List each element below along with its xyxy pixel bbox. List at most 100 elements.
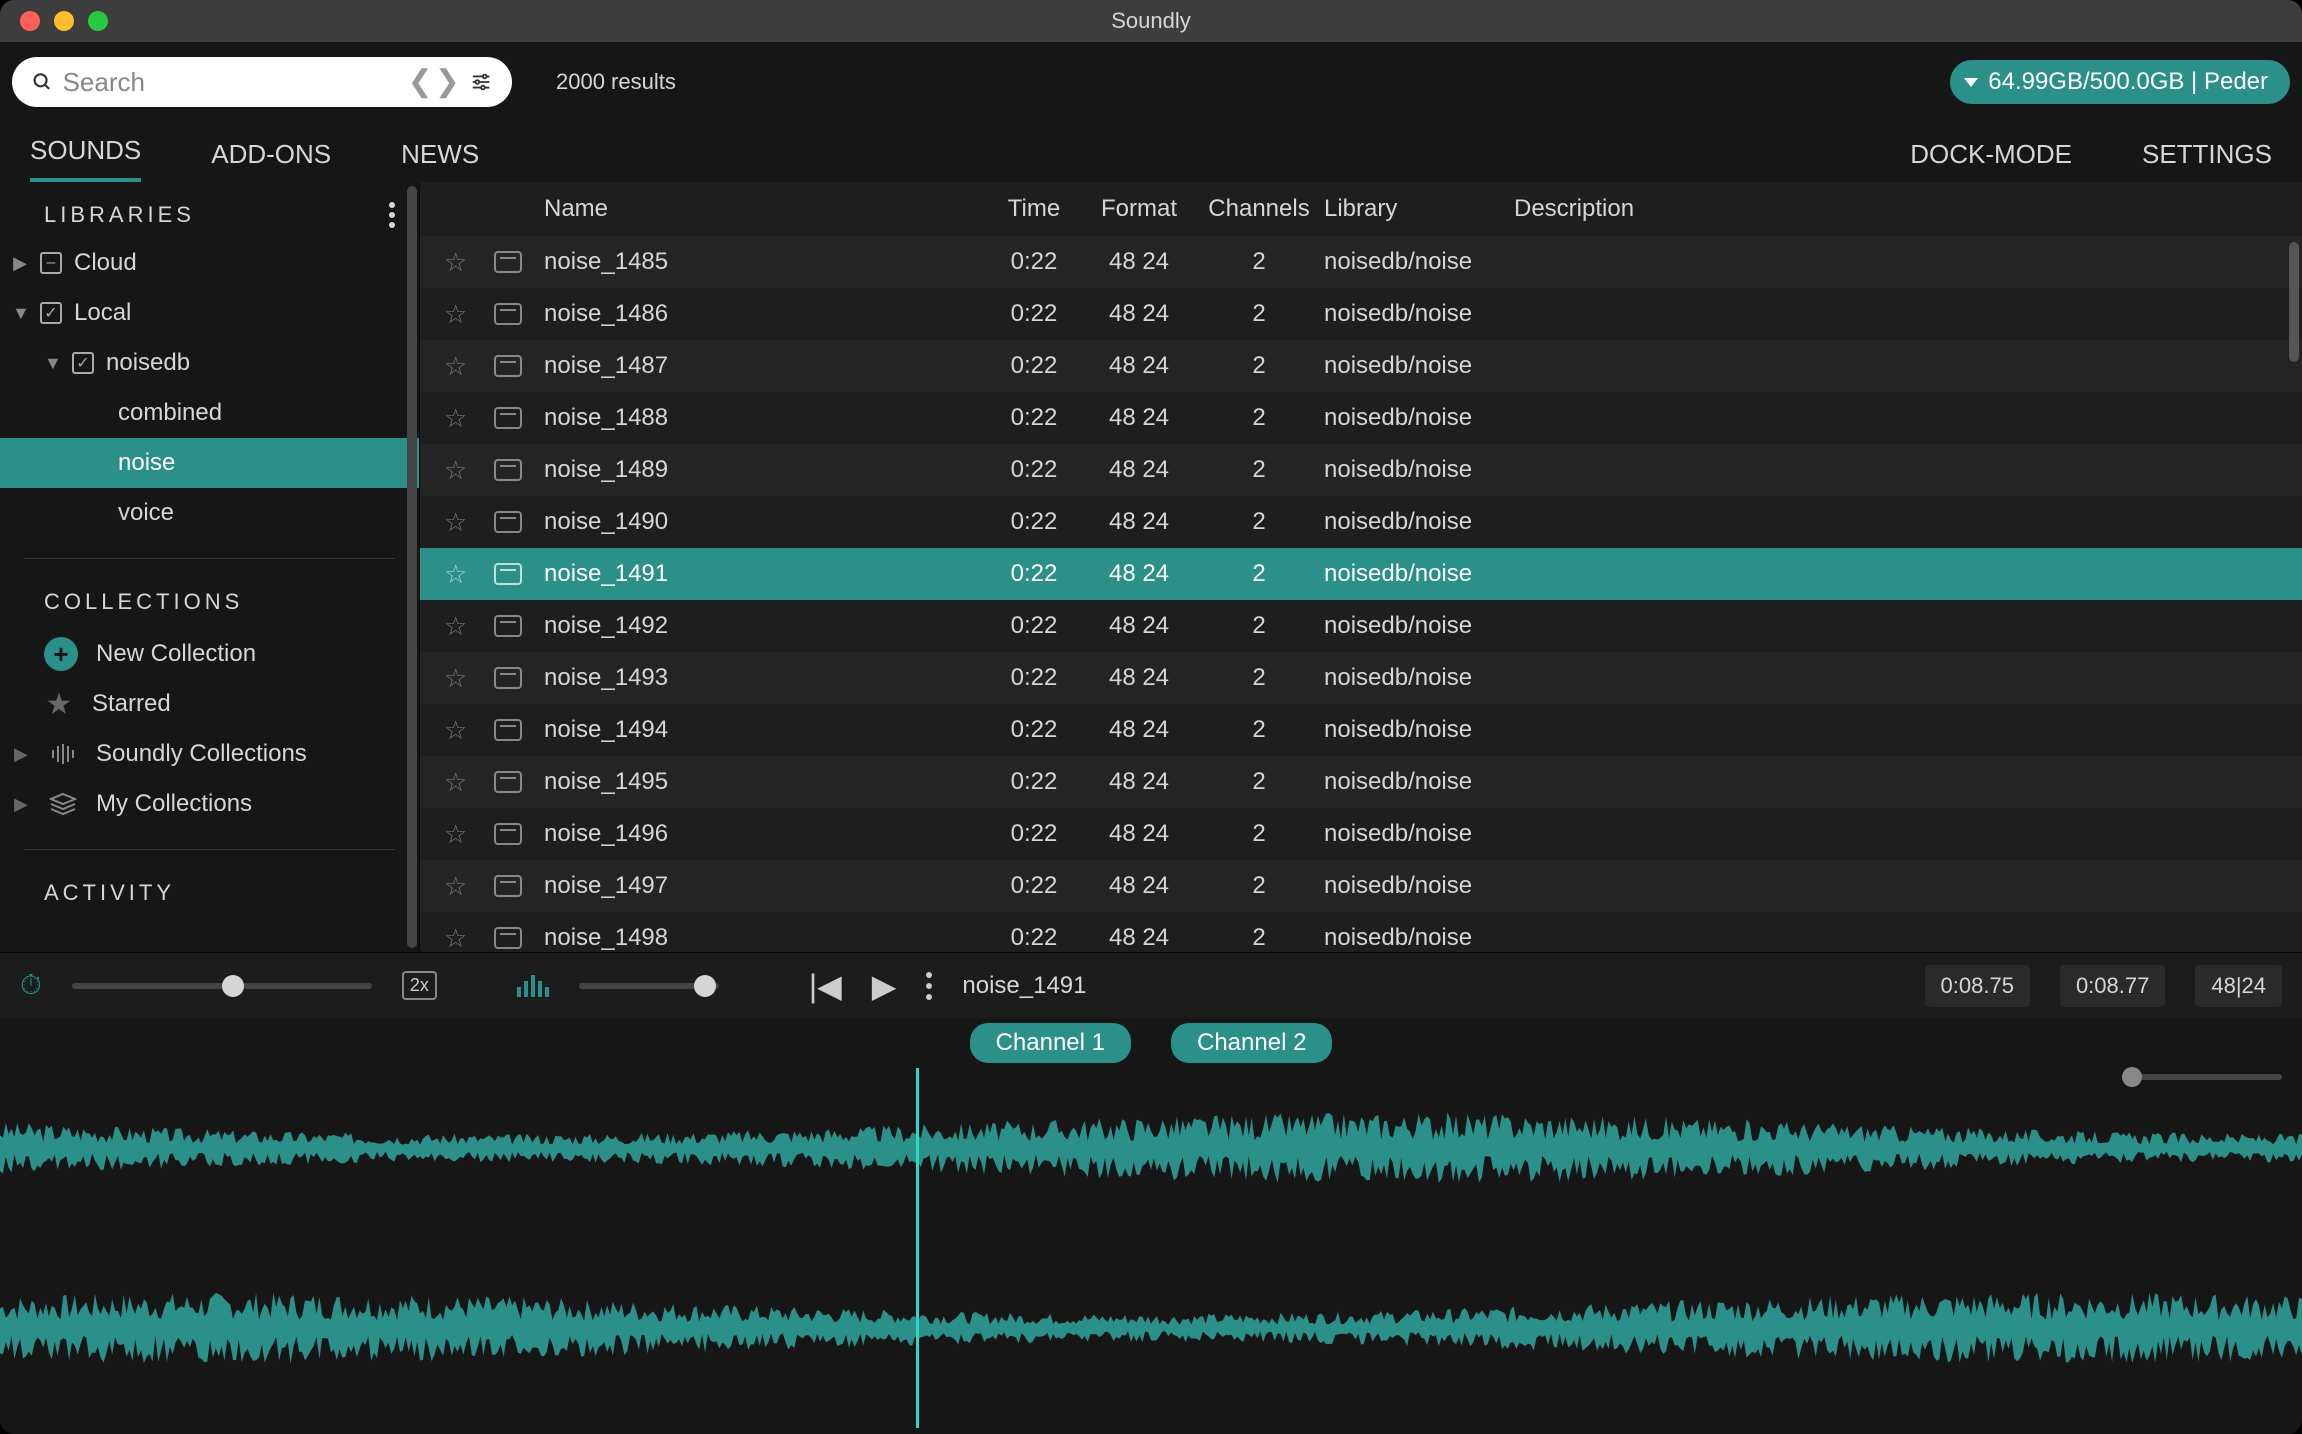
channel-1-tab[interactable]: Channel 1 xyxy=(970,1023,1131,1063)
cell-channels: 2 xyxy=(1194,560,1324,588)
cell-library: noisedb/noise xyxy=(1324,300,1514,328)
col-format[interactable]: Format xyxy=(1084,195,1194,223)
fullscreen-window-button[interactable] xyxy=(88,11,108,31)
channel-2-tab[interactable]: Channel 2 xyxy=(1171,1023,1332,1063)
timecode-end[interactable]: 0:08.77 xyxy=(2060,965,2165,1007)
star-icon[interactable]: ☆ xyxy=(444,351,467,381)
main-split: LIBRARIES ▶ Cloud ▼ Local ▼ noisedb xyxy=(0,182,2302,952)
new-collection-button[interactable]: + New Collection xyxy=(0,629,419,679)
speed-slider[interactable] xyxy=(72,983,372,989)
dropdown-icon xyxy=(1964,78,1978,87)
cell-format: 48 24 xyxy=(1084,248,1194,276)
star-icon[interactable]: ☆ xyxy=(444,299,467,329)
table-row[interactable]: ☆noise_14940:2248 242noisedb/noise xyxy=(420,704,2302,756)
slider-knob[interactable] xyxy=(222,975,244,997)
table-row[interactable]: ☆noise_14870:2248 242noisedb/noise xyxy=(420,340,2302,392)
star-icon[interactable]: ☆ xyxy=(444,767,467,797)
table-row[interactable]: ☆noise_14930:2248 242noisedb/noise xyxy=(420,652,2302,704)
clock-icon[interactable]: ⏱ xyxy=(20,969,42,1002)
col-time[interactable]: Time xyxy=(984,195,1084,223)
col-channels[interactable]: Channels xyxy=(1194,195,1324,223)
star-icon[interactable]: ☆ xyxy=(444,611,467,641)
coll-label: My Collections xyxy=(96,790,252,818)
cell-time: 0:22 xyxy=(984,872,1084,900)
checkbox-checked-icon[interactable] xyxy=(72,352,94,374)
tab-addons[interactable]: ADD-ONS xyxy=(211,139,331,182)
player-menu-button[interactable] xyxy=(926,972,932,1000)
table-row[interactable]: ☆noise_14920:2248 242noisedb/noise xyxy=(420,600,2302,652)
minimize-window-button[interactable] xyxy=(54,11,74,31)
play-button[interactable]: ▶ xyxy=(872,967,897,1005)
my-collections[interactable]: ▶ My Collections xyxy=(0,779,419,829)
search-back-button[interactable]: ❮ xyxy=(408,67,433,97)
star-icon[interactable]: ☆ xyxy=(444,559,467,589)
star-icon[interactable]: ☆ xyxy=(444,663,467,693)
sidebar-scrollbar[interactable] xyxy=(407,186,417,948)
tree-item-cloud[interactable]: ▶ Cloud xyxy=(0,238,419,288)
cell-format: 48 24 xyxy=(1084,508,1194,536)
table-row[interactable]: ☆noise_14910:2248 242noisedb/noise xyxy=(420,548,2302,600)
filter-icon[interactable] xyxy=(470,68,492,96)
close-window-button[interactable] xyxy=(20,11,40,31)
sidebar-divider xyxy=(24,849,395,850)
col-library[interactable]: Library xyxy=(1324,195,1514,223)
soundly-collections[interactable]: ▶ Soundly Collections xyxy=(0,729,419,779)
tree-item-voice[interactable]: voice xyxy=(0,488,419,538)
storage-badge[interactable]: 64.99GB/500.0GB | Peder xyxy=(1950,60,2290,104)
skip-start-button[interactable]: |◀ xyxy=(809,967,842,1005)
table-scrollbar[interactable] xyxy=(2289,242,2299,362)
speed-2x-button[interactable]: 2x xyxy=(402,971,437,1000)
cell-time: 0:22 xyxy=(984,456,1084,484)
tree-item-noise[interactable]: noise xyxy=(0,438,419,488)
slider-knob[interactable] xyxy=(694,975,716,997)
star-icon[interactable]: ☆ xyxy=(444,819,467,849)
cell-name: noise_1486 xyxy=(544,300,984,328)
table-row[interactable]: ☆noise_14950:2248 242noisedb/noise xyxy=(420,756,2302,808)
table-row[interactable]: ☆noise_14970:2248 242noisedb/noise xyxy=(420,860,2302,912)
col-name[interactable]: Name xyxy=(544,195,984,223)
star-icon[interactable]: ☆ xyxy=(444,507,467,537)
tab-dock-mode[interactable]: DOCK-MODE xyxy=(1910,139,2072,182)
table-row[interactable]: ☆noise_14960:2248 242noisedb/noise xyxy=(420,808,2302,860)
star-icon[interactable]: ☆ xyxy=(444,923,467,953)
star-icon[interactable]: ☆ xyxy=(444,247,467,277)
tree-item-combined[interactable]: combined xyxy=(0,388,419,438)
table-row[interactable]: ☆noise_14980:2248 242noisedb/noise xyxy=(420,912,2302,952)
search-box[interactable]: ❮ ❯ xyxy=(12,57,512,107)
search-history-nav: ❮ ❯ xyxy=(408,67,460,97)
waveform-channel-2[interactable] xyxy=(0,1248,2302,1408)
cell-channels: 2 xyxy=(1194,456,1324,484)
timecode-start[interactable]: 0:08.75 xyxy=(1925,965,2030,1007)
checkbox-partial-icon[interactable] xyxy=(40,252,62,274)
search-input[interactable] xyxy=(63,67,398,98)
waveform-panel[interactable] xyxy=(0,1068,2302,1428)
starred-collection[interactable]: ★ Starred xyxy=(0,679,419,729)
star-icon[interactable]: ☆ xyxy=(444,455,467,485)
star-icon[interactable]: ☆ xyxy=(444,715,467,745)
playhead[interactable] xyxy=(916,1068,919,1428)
checkbox-checked-icon[interactable] xyxy=(40,302,62,324)
tree-label: combined xyxy=(118,399,222,427)
tab-settings[interactable]: SETTINGS xyxy=(2142,139,2272,182)
waveform-icon xyxy=(0,1248,2302,1408)
star-icon[interactable]: ☆ xyxy=(444,403,467,433)
table-row[interactable]: ☆noise_14880:2248 242noisedb/noise xyxy=(420,392,2302,444)
table-row[interactable]: ☆noise_14860:2248 242noisedb/noise xyxy=(420,288,2302,340)
tab-news[interactable]: NEWS xyxy=(401,139,479,182)
table-row[interactable]: ☆noise_14850:2248 242noisedb/noise xyxy=(420,236,2302,288)
tree-item-noisedb[interactable]: ▼ noisedb xyxy=(0,338,419,388)
tab-sounds[interactable]: SOUNDS xyxy=(30,135,141,182)
tree-label: noise xyxy=(118,449,175,477)
tree-item-local[interactable]: ▼ Local xyxy=(0,288,419,338)
table-row[interactable]: ☆noise_14900:2248 242noisedb/noise xyxy=(420,496,2302,548)
cell-format: 48 24 xyxy=(1084,300,1194,328)
search-forward-button[interactable]: ❯ xyxy=(435,67,460,97)
star-icon[interactable]: ☆ xyxy=(444,871,467,901)
volume-icon xyxy=(517,975,549,997)
volume-slider[interactable] xyxy=(579,983,719,989)
now-playing-label: noise_1491 xyxy=(962,972,1086,1000)
table-row[interactable]: ☆noise_14890:2248 242noisedb/noise xyxy=(420,444,2302,496)
col-description[interactable]: Description xyxy=(1514,195,2302,223)
waveform-channel-1[interactable] xyxy=(0,1068,2302,1228)
libraries-menu-button[interactable] xyxy=(389,202,395,228)
